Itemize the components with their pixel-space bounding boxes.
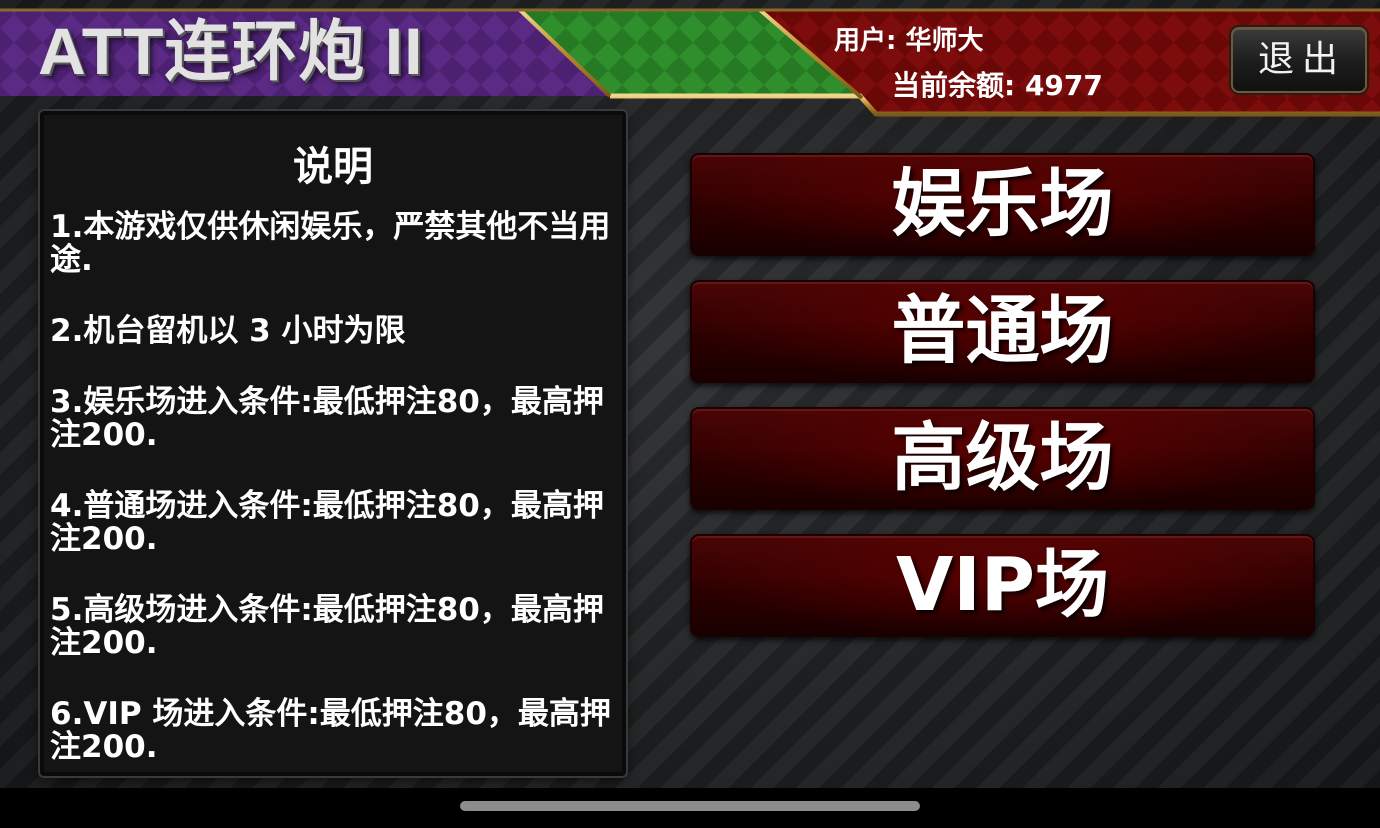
rule-item: 4.普通场进入条件:最低押注80，最高押注200.	[50, 488, 604, 557]
username-label: 用户: 华师大	[834, 26, 984, 56]
rule-item: 2.机台留机以 3 小时为限	[50, 313, 406, 349]
exit-button[interactable]: 退出	[1231, 27, 1367, 93]
rule-item: 3.娱乐场进入条件:最低押注80，最高押注200.	[50, 384, 604, 453]
normal-room-button[interactable]: 普通场	[690, 280, 1315, 383]
vip-room-button[interactable]: VIP场	[690, 534, 1315, 637]
game-screen: ATT连环炮 II 用户: 华师大 当前余额: 4977 退出 说明 1.本游戏…	[0, 0, 1380, 828]
instructions-panel: 说明 1.本游戏仅供休闲娱乐，严禁其他不当用途. 2.机台留机以 3 小时为限 …	[40, 111, 626, 776]
instructions-title: 说明	[293, 144, 373, 190]
rule-item: 1.本游戏仅供休闲娱乐，严禁其他不当用途.	[50, 209, 611, 278]
entertainment-room-button[interactable]: 娱乐场	[690, 153, 1315, 256]
home-indicator-bar[interactable]	[460, 801, 920, 811]
balance-label: 当前余额: 4977	[892, 69, 1103, 102]
advanced-room-button[interactable]: 高级场	[690, 407, 1315, 510]
rule-item: 5.高级场进入条件:最低押注80，最高押注200.	[50, 592, 604, 661]
rules-list: 1.本游戏仅供休闲娱乐，严禁其他不当用途. 2.机台留机以 3 小时为限 3.娱…	[50, 211, 616, 802]
game-title: ATT连环炮 II	[38, 14, 424, 88]
rule-item: 6.VIP 场进入条件:最低押注80，最高押注200.	[50, 696, 611, 765]
